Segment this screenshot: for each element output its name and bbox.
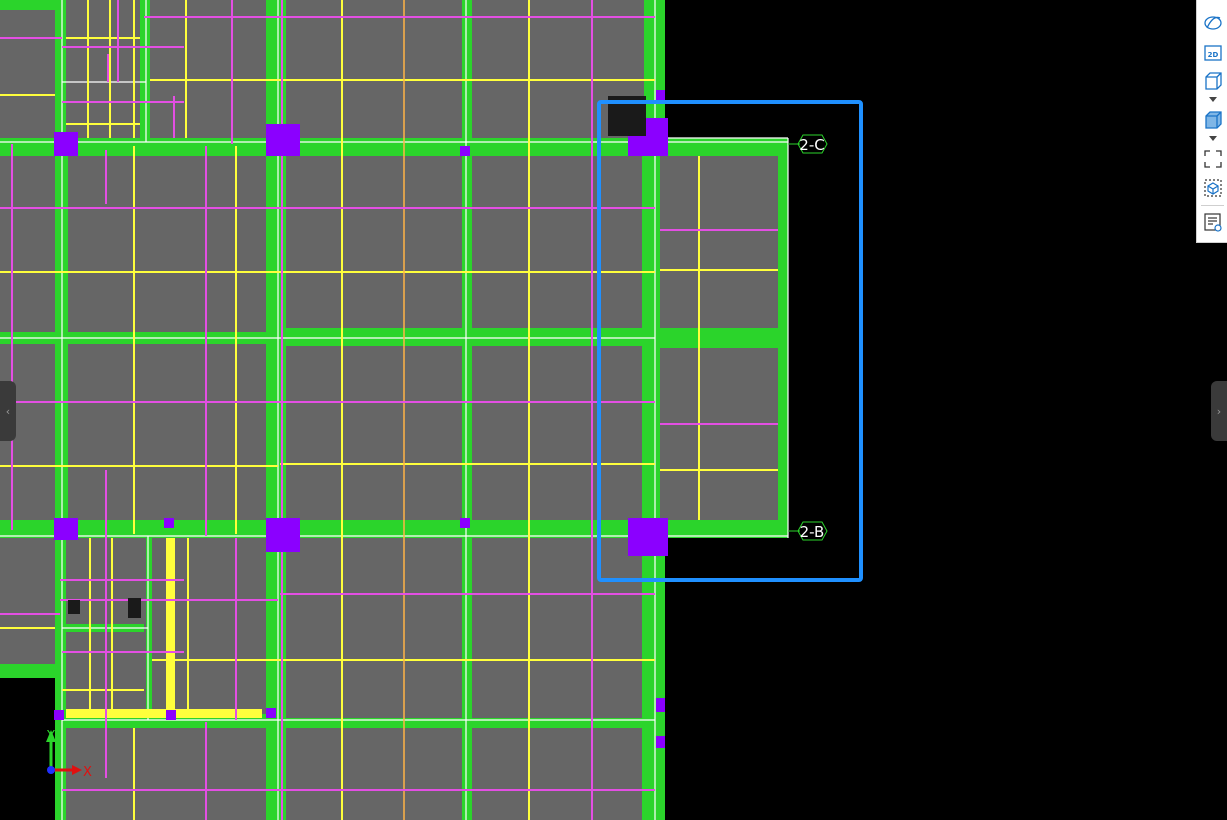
orbit-icon — [1203, 16, 1222, 30]
fit-frame-icon — [1203, 150, 1222, 168]
properties-button[interactable] — [1199, 210, 1226, 234]
column — [54, 710, 64, 720]
column — [628, 518, 668, 556]
right-panel-toggle[interactable]: › — [1211, 381, 1227, 441]
column — [656, 698, 665, 712]
axis-y-label: Y — [46, 729, 55, 744]
column — [266, 708, 276, 718]
section-box-icon — [1203, 179, 1222, 197]
caret-down-icon — [1208, 136, 1217, 141]
column — [54, 518, 78, 540]
toolbar-divider — [1201, 205, 1224, 206]
column — [656, 736, 665, 748]
left-panel-toggle[interactable]: ‹ — [0, 381, 16, 441]
section-box-button[interactable] — [1199, 176, 1226, 200]
column — [460, 518, 470, 528]
caret-down-icon — [1208, 97, 1217, 102]
shading-dropdown[interactable] — [1199, 134, 1226, 144]
view-2d-button[interactable]: 2D — [1199, 41, 1226, 65]
chevron-left-icon: ‹ — [5, 404, 11, 418]
grid-marker-label: 2-B — [800, 523, 825, 541]
grid-marker-label: 2-C — [799, 136, 824, 154]
floor-slab-extension — [655, 138, 788, 538]
column — [266, 518, 300, 552]
fit-view-button[interactable] — [1199, 147, 1226, 171]
column — [166, 710, 176, 720]
column — [460, 146, 470, 156]
2d-icon: 2D — [1203, 45, 1222, 61]
chevron-right-icon: › — [1216, 404, 1222, 418]
orbit-button[interactable] — [1199, 11, 1226, 35]
axis-x-label: X — [83, 765, 92, 780]
view-3d-shaded-button[interactable] — [1199, 108, 1226, 132]
cube-shaded-icon — [1204, 111, 1222, 129]
column — [54, 132, 78, 156]
cube-outline-icon — [1204, 72, 1222, 90]
properties-panel-icon — [1203, 213, 1222, 232]
view-3d-wireframe-button[interactable] — [1199, 69, 1226, 93]
2d-icon-text: 2D — [1207, 51, 1218, 59]
column — [164, 518, 174, 528]
column — [266, 124, 300, 156]
view-3d-dropdown[interactable] — [1199, 95, 1226, 105]
view-toolbar: 2D — [1196, 0, 1227, 243]
model-viewport[interactable]: 2-C 2-B Y X — [0, 0, 1227, 820]
